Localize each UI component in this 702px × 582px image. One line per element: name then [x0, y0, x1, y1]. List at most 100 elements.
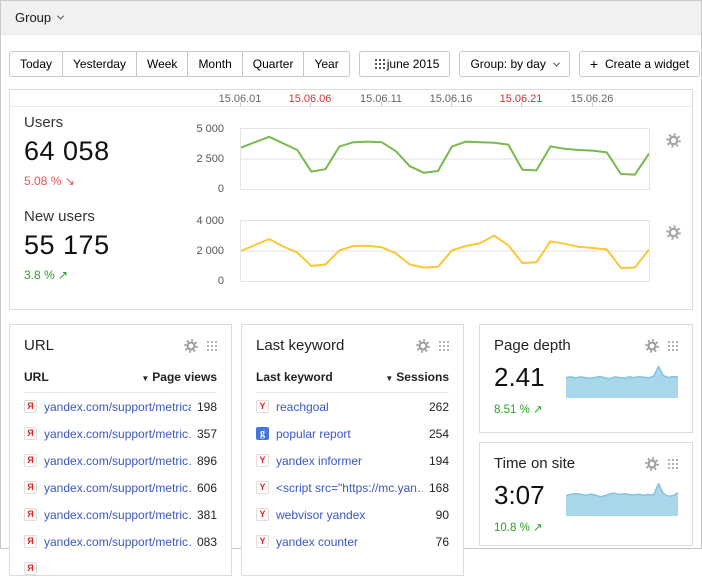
- page-depth-sparkline: [566, 364, 678, 398]
- period-button-month[interactable]: Month: [188, 51, 242, 77]
- yandex-favicon: Я: [24, 427, 37, 440]
- group-selector-label: Group: [15, 10, 51, 25]
- url-link[interactable]: yandex.com/support/metrica/: [44, 400, 191, 414]
- url-link[interactable]: yandex.com/support/metric…: [44, 481, 191, 495]
- create-widget-button[interactable]: + Create a widget: [579, 51, 700, 77]
- keyword-link[interactable]: reachgoal: [276, 400, 329, 414]
- drag-handle-icon[interactable]: [668, 341, 678, 351]
- table-row: Я yandex.com/support/metric… 357: [24, 420, 217, 447]
- sessions-value: 194: [423, 454, 449, 468]
- drag-handle-icon[interactable]: [439, 341, 449, 351]
- widgets-row: URL URL ▼Page views Я yandex.com/support…: [9, 324, 693, 576]
- pageviews-value: 896: [191, 454, 217, 468]
- time-on-site-settings-button[interactable]: [645, 457, 659, 471]
- period-button-today[interactable]: Today: [9, 51, 63, 77]
- timeline-dates: 15.06.01 15.06.06 15.06.11 15.06.16 15.0…: [10, 90, 692, 107]
- new-users-chart-settings-button[interactable]: [666, 225, 681, 240]
- table-row: Я yandex.com/support/metric… 896: [24, 447, 217, 474]
- yandex-favicon: Я: [24, 508, 37, 521]
- chevron-down-icon: [57, 13, 64, 20]
- keyword-link[interactable]: <script src="https://mc.yan…: [276, 481, 423, 495]
- keyword-link[interactable]: yandex informer: [276, 454, 362, 468]
- period-button-week[interactable]: Week: [137, 51, 188, 77]
- yandex-favicon: Я: [24, 481, 37, 494]
- right-widgets-column: Page depth 2.41 8.51 % ↗: [479, 324, 693, 546]
- axis-tick-label: 2 000: [196, 245, 224, 257]
- pageviews-column-label: Page views: [152, 370, 217, 384]
- url-widget-settings-button[interactable]: [184, 339, 198, 353]
- keyword-link[interactable]: popular report: [276, 427, 351, 441]
- pageviews-value: 198: [191, 400, 217, 414]
- yandex-favicon: Y: [256, 535, 269, 548]
- yandex-favicon: Я: [24, 562, 37, 575]
- trend-up-icon: ↗: [533, 404, 543, 416]
- table-row: g popular report 254: [256, 420, 449, 447]
- pageviews-value: 606: [191, 481, 217, 495]
- last-keyword-widget-settings-button[interactable]: [416, 339, 430, 353]
- period-button-quarter[interactable]: Quarter: [243, 51, 305, 77]
- pageviews-value: 083: [191, 535, 217, 549]
- group-by-dropdown[interactable]: Group: by day: [459, 51, 569, 77]
- sessions-value: 168: [423, 481, 449, 495]
- sessions-value: 90: [430, 508, 449, 522]
- toolbar: Today Yesterday Week Month Quarter Year …: [9, 51, 693, 77]
- gear-icon: [645, 457, 659, 471]
- sessions-value: 76: [430, 535, 449, 549]
- date-tick: [381, 102, 382, 107]
- table-row: Y reachgoal 262: [256, 393, 449, 420]
- yandex-favicon: Y: [256, 508, 269, 521]
- users-line-chart: [240, 128, 650, 190]
- gear-icon: [666, 225, 681, 240]
- trend-up-icon: ↗: [58, 268, 68, 282]
- url-link[interactable]: yandex.com/support/metric…: [44, 535, 191, 549]
- table-row: Y yandex informer 194: [256, 447, 449, 474]
- metrics-panel: 15.06.01 15.06.06 15.06.11 15.06.16 15.0…: [9, 89, 693, 310]
- page-depth-settings-button[interactable]: [645, 339, 659, 353]
- time-on-site-widget: Time on site 3:07 10.8 %: [479, 442, 693, 546]
- date-tick: [521, 102, 522, 107]
- url-link[interactable]: yandex.com/support/metric…: [44, 508, 191, 522]
- date-range-label: june 2015: [387, 57, 440, 71]
- calendar-grid-icon: [370, 59, 380, 69]
- yandex-favicon: Я: [24, 400, 37, 413]
- drag-handle-icon[interactable]: [207, 341, 217, 351]
- url-link[interactable]: yandex.com/support/metric…: [44, 454, 191, 468]
- period-button-yesterday[interactable]: Yesterday: [63, 51, 137, 77]
- url-link[interactable]: yandex.com/support/metric…: [44, 427, 191, 441]
- group-selector[interactable]: Group: [15, 10, 63, 25]
- last-keyword-column-header: Last keyword: [256, 370, 333, 384]
- google-favicon: g: [256, 427, 269, 440]
- period-segmented-control: Today Yesterday Week Month Quarter Year: [9, 51, 350, 77]
- period-button-year[interactable]: Year: [304, 51, 349, 77]
- date-range-button[interactable]: june 2015: [359, 51, 451, 77]
- create-widget-label: Create a widget: [605, 57, 689, 71]
- table-row: Y <script src="https://mc.yan… 168: [256, 474, 449, 501]
- new-users-line-chart-svg: [241, 221, 649, 281]
- drag-handle-icon[interactable]: [668, 459, 678, 469]
- pageviews-sort-header[interactable]: ▼Page views: [141, 370, 217, 384]
- new-users-delta-value: 3.8 %: [24, 268, 55, 282]
- time-on-site-value: 3:07: [494, 480, 545, 511]
- app-header: Group: [1, 1, 701, 35]
- last-keyword-widget-title: Last keyword: [256, 337, 344, 354]
- sessions-sort-header[interactable]: ▼Sessions: [385, 370, 449, 384]
- table-row: Я: [24, 555, 217, 582]
- axis-tick-label: 5 000: [196, 123, 224, 135]
- sessions-column-label: Sessions: [396, 370, 449, 384]
- plus-icon: +: [590, 56, 598, 72]
- date-tick: [240, 102, 241, 107]
- users-line-chart-svg: [241, 129, 649, 189]
- time-on-site-title: Time on site: [494, 455, 575, 472]
- keyword-link[interactable]: webvisor yandex: [276, 508, 365, 522]
- new-users-yaxis: 4 000 2 000 0: [160, 220, 232, 282]
- users-chart-settings-button[interactable]: [666, 133, 681, 148]
- yandex-favicon: Я: [24, 535, 37, 548]
- users-delta-value: 5.08 %: [24, 174, 61, 188]
- page-depth-delta: 8.51 % ↗: [494, 402, 545, 416]
- chevron-down-icon: [553, 59, 560, 66]
- keyword-link[interactable]: yandex counter: [276, 535, 358, 549]
- table-row: Я yandex.com/support/metric… 083: [24, 528, 217, 555]
- page-depth-title: Page depth: [494, 337, 571, 354]
- trend-up-icon: ↗: [533, 522, 543, 534]
- page-depth-widget: Page depth 2.41 8.51 % ↗: [479, 324, 693, 433]
